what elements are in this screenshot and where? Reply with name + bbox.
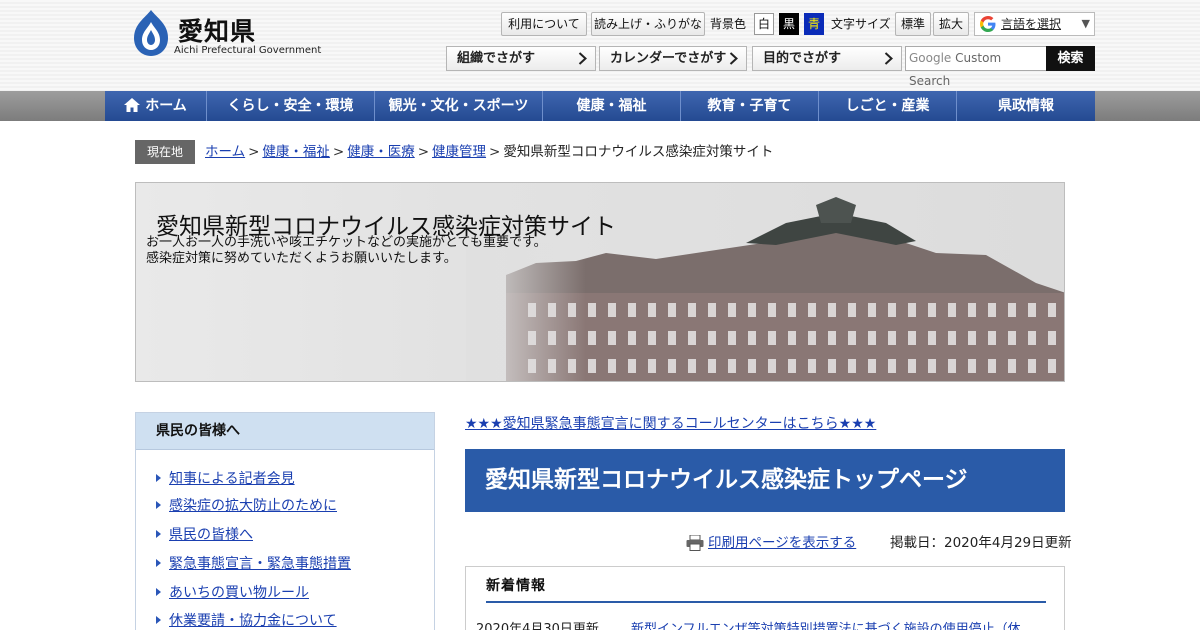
find-by-organization-button[interactable]: 組織でさがす	[446, 46, 596, 71]
sidebar-item-prevention[interactable]: 感染症の拡大防止のために	[156, 496, 337, 516]
find-by-purpose-button[interactable]: 目的でさがす	[752, 46, 902, 71]
news-item-date: 2020年4月30日更新	[476, 622, 599, 630]
breadcrumb-link-health-welfare[interactable]: 健康・福祉	[262, 144, 330, 160]
sidebar-item-label: あいちの買い物ルール	[169, 585, 309, 601]
news-divider	[486, 601, 1046, 603]
page-title: 愛知県新型コロナウイルス感染症トップページ	[465, 449, 1065, 512]
readaloud-button[interactable]: 読み上げ・ふりがな	[591, 12, 705, 36]
language-select-label: 言語を選択	[1001, 17, 1062, 31]
triangle-bullet-icon	[156, 588, 161, 596]
font-size-label: 文字サイズ	[831, 17, 891, 31]
find-by-calendar-label: カレンダーでさがす	[610, 51, 727, 66]
triangle-bullet-icon	[156, 559, 161, 567]
about-button[interactable]: 利用について	[501, 12, 587, 36]
nav-government[interactable]: 県政情報	[957, 91, 1095, 121]
triangle-bullet-icon	[156, 530, 161, 538]
breadcrumb-separator: >	[332, 144, 345, 160]
breadcrumb-separator: >	[417, 144, 430, 160]
sidebar-item-label: 緊急事態宣言・緊急事態措置	[169, 556, 351, 572]
logo-title: 愛知県	[178, 17, 257, 46]
news-item-link[interactable]: 新型インフルエンザ等対策特別措置法に基づく施設の使用停止（休	[631, 618, 1056, 630]
language-select[interactable]: 言語を選択 ▼	[974, 12, 1095, 36]
news-panel: 新着情報 2020年4月30日更新 新型インフルエンザ等対策特別措置法に基づく施…	[465, 566, 1065, 630]
nav-living-safety[interactable]: くらし・安全・環境	[207, 91, 375, 121]
banner-message-line: 感染症対策に努めていただくようお願いいたします。	[146, 251, 457, 266]
nav-home-label: ホーム	[145, 98, 187, 114]
breadcrumb-current: 愛知県新型コロナウイルス感染症対策サイト	[503, 144, 774, 160]
print-page-link[interactable]: 印刷用ページを表示する	[708, 533, 856, 553]
nav-health-welfare[interactable]: 健康・福祉	[543, 91, 681, 121]
nav-education[interactable]: 教育・子育て	[681, 91, 819, 121]
bg-blue-button[interactable]: 青	[804, 13, 824, 35]
nav-work-industry[interactable]: しごと・産業	[819, 91, 957, 121]
chevron-right-icon	[884, 52, 893, 65]
dropdown-arrow-icon: ▼	[1081, 17, 1090, 30]
hero-banner: 愛知県新型コロナウイルス感染症対策サイト お一人お一人の手洗いや咳エチケットなど…	[135, 182, 1065, 382]
sidebar-item-to-residents[interactable]: 県民の皆様へ	[156, 525, 253, 545]
bg-black-button[interactable]: 黒	[779, 13, 799, 35]
find-by-purpose-label: 目的でさがす	[763, 51, 842, 66]
breadcrumb-separator: >	[248, 144, 260, 160]
sidebar-item-label: 県民の皆様へ	[169, 527, 253, 543]
call-center-notice-link[interactable]: ★★★愛知県緊急事態宣言に関するコールセンターはこちら★★★	[465, 413, 876, 433]
sidebar-item-shopping-rules[interactable]: あいちの買い物ルール	[156, 583, 309, 603]
logo-subtitle: Aichi Prefectural Government	[174, 45, 322, 56]
find-by-organization-label: 組織でさがす	[457, 51, 536, 66]
sidebar-item-closure-support[interactable]: 休業要請・協力金について	[156, 611, 337, 630]
sidebar-item-label: 知事による記者会見	[169, 471, 295, 487]
bg-white-button[interactable]: 白	[754, 13, 774, 35]
breadcrumb-link-home[interactable]: ホーム	[205, 144, 245, 160]
news-heading: 新着情報	[486, 578, 546, 594]
google-g-icon	[980, 16, 996, 32]
site-logo[interactable]: 愛知県 Aichi Prefectural Government	[130, 8, 322, 60]
sidebar-item-label: 休業要請・協力金について	[169, 613, 337, 629]
breadcrumb-link-health-management[interactable]: 健康管理	[432, 144, 486, 160]
search-brand: Google	[909, 51, 952, 65]
triangle-bullet-icon	[156, 616, 161, 624]
nav-home[interactable]: ホーム	[105, 91, 207, 121]
font-large-button[interactable]: 拡大	[933, 12, 969, 36]
search-input[interactable]: Google Custom Search	[905, 46, 1047, 88]
home-icon	[124, 98, 141, 112]
breadcrumb: ホーム > 健康・福祉 > 健康・医療 > 健康管理 > 愛知県新型コロナウイルス感染症対策サイ…	[205, 140, 773, 164]
breadcrumb-link-health-medical[interactable]: 健康・医療	[347, 144, 415, 160]
sidebar-heading: 県民の皆様へ	[136, 413, 434, 450]
banner-message-line: お一人お一人の手洗いや咳エチケットなどの実施がとても重要です。	[146, 235, 547, 250]
sidebar-item-label: 感染症の拡大防止のために	[169, 498, 337, 514]
breadcrumb-separator: >	[489, 144, 501, 160]
sidebar-item-press-conference[interactable]: 知事による記者会見	[156, 469, 295, 489]
sidebar: 県民の皆様へ 知事による記者会見 感染症の拡大防止のために 県民の皆様へ 緊急事…	[135, 412, 435, 630]
nav-tourism-culture[interactable]: 観光・文化・スポーツ	[375, 91, 543, 121]
search-button[interactable]: 検索	[1046, 46, 1095, 71]
chevron-right-icon	[578, 52, 587, 65]
font-standard-button[interactable]: 標準	[895, 12, 931, 36]
breadcrumb-tag: 現在地	[135, 140, 195, 164]
printer-icon	[686, 535, 704, 551]
bg-color-label: 背景色	[710, 17, 747, 31]
sidebar-item-emergency[interactable]: 緊急事態宣言・緊急事態措置	[156, 554, 351, 574]
triangle-bullet-icon	[156, 501, 161, 509]
triangle-bullet-icon	[156, 474, 161, 482]
aichi-emblem-icon	[134, 10, 168, 56]
find-by-calendar-button[interactable]: カレンダーでさがす	[599, 46, 747, 71]
publish-date: 掲載日：2020年4月29日更新	[890, 535, 1072, 551]
chevron-right-icon	[729, 52, 738, 65]
banner-message: お一人お一人の手洗いや咳エチケットなどの実施がとても重要です。 感染症対策に努め…	[146, 235, 547, 267]
